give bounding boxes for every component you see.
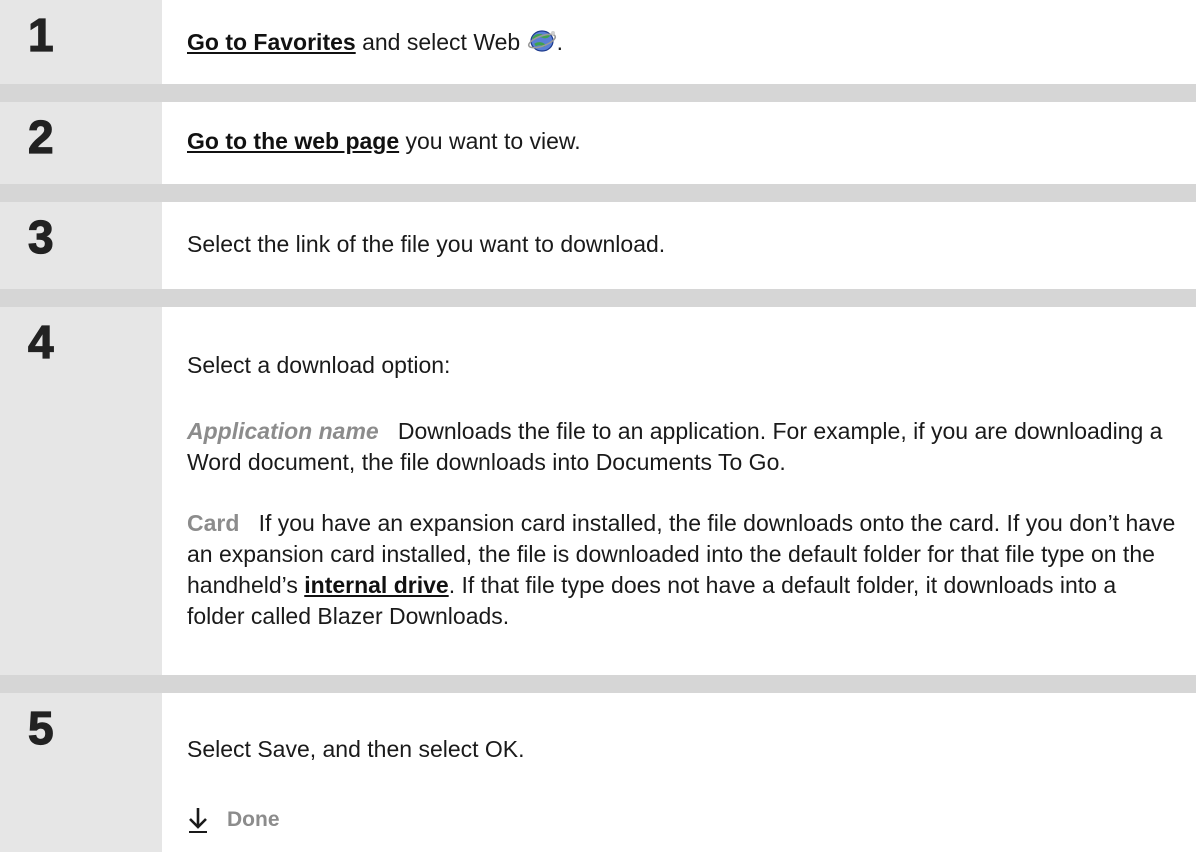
step-4: 4 Select a download option: Application … — [0, 307, 1196, 675]
step-content: Select the link of the file you want to … — [162, 202, 1196, 289]
option-card: Card If you have an expansion card insta… — [187, 508, 1176, 632]
step-separator — [0, 675, 1196, 693]
step-number: 3 — [27, 211, 54, 263]
step-1: 1 Go to Favorites and select Web . — [0, 0, 1196, 84]
step-number-column: 2 — [0, 102, 162, 184]
go-to-web-page-link[interactable]: Go to the web page — [187, 128, 399, 154]
down-arrow-icon — [189, 807, 207, 833]
internal-drive-link[interactable]: internal drive — [304, 572, 448, 598]
step-text: Select the link of the file you want to … — [187, 231, 666, 257]
option-application-name: Application name Downloads the file to a… — [187, 416, 1176, 478]
step-content: Select Save, and then select OK. Done — [162, 693, 1196, 852]
step-intro: Select a download option: — [187, 352, 451, 378]
step-text: Go to the web page you want to view. — [187, 126, 581, 157]
step-text-segment: you want to view. — [399, 128, 581, 154]
step-separator — [0, 84, 1196, 102]
web-browser-icon — [527, 30, 556, 52]
step-number: 2 — [27, 111, 54, 163]
option-term: Card — [187, 510, 240, 536]
step-number-column: 1 — [0, 0, 162, 84]
step-separator — [0, 184, 1196, 202]
done-label: Done — [227, 808, 280, 831]
step-text: Select Save, and then select OK. — [187, 736, 525, 762]
step-content: Select a download option: Application na… — [162, 307, 1196, 675]
step-number: 4 — [27, 316, 54, 368]
step-number-column: 3 — [0, 202, 162, 289]
step-2: 2 Go to the web page you want to view. — [0, 102, 1196, 184]
step-text-segment: and select Web — [355, 29, 527, 55]
step-content: Go to the web page you want to view. — [162, 102, 1196, 184]
step-3: 3 Select the link of the file you want t… — [0, 202, 1196, 289]
go-to-favorites-link[interactable]: Go to Favorites — [187, 29, 356, 55]
step-number-column: 4 — [0, 307, 162, 675]
procedure-steps: 1 Go to Favorites and select Web . 2 Go … — [0, 0, 1196, 852]
step-text-end: . — [556, 29, 563, 55]
step-content: Go to Favorites and select Web . — [162, 0, 1196, 84]
step-number: 5 — [27, 702, 54, 754]
step-separator — [0, 289, 1196, 307]
option-term: Application name — [187, 418, 379, 444]
step-5: 5 Select Save, and then select OK. Done — [0, 693, 1196, 852]
step-number-column: 5 — [0, 693, 162, 852]
done-marker: Done — [187, 804, 280, 835]
step-text: Go to Favorites and select Web . — [187, 27, 563, 58]
step-number: 1 — [27, 9, 54, 61]
